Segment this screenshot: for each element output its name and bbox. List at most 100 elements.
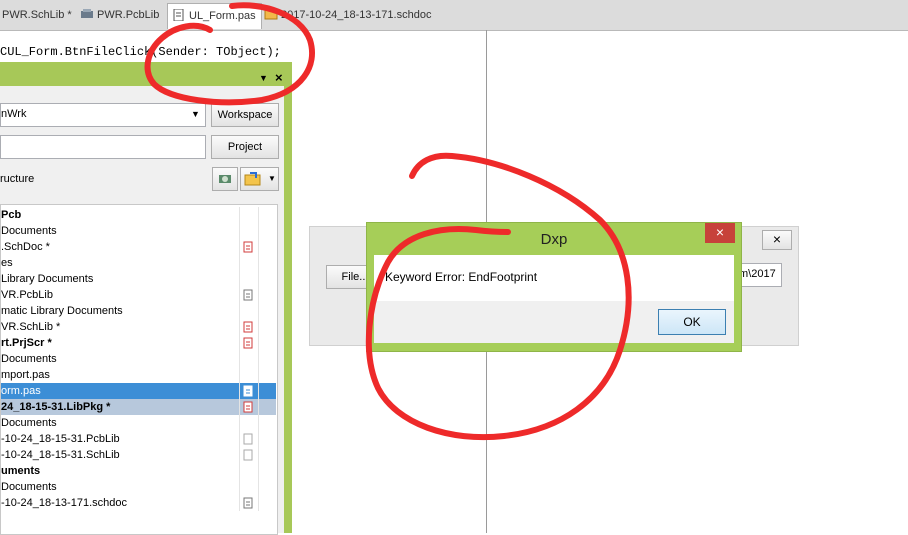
tree-status-cell bbox=[258, 319, 277, 335]
tree-status-cell bbox=[258, 399, 277, 415]
document-tab-bar: PWR.SchLib * PWR.PcbLib UL_Form.pas 2017… bbox=[0, 0, 908, 31]
tree-status-cell bbox=[239, 319, 258, 335]
tree-row-label: .SchDoc * bbox=[1, 241, 50, 253]
tree-status-cell bbox=[258, 431, 277, 447]
tree-status-cell bbox=[258, 351, 277, 367]
tree-status-cell bbox=[258, 367, 277, 383]
chevron-down-icon: ▼ bbox=[268, 174, 276, 183]
tree-row-label: VR.SchLib * bbox=[1, 321, 61, 333]
gear-stack-icon bbox=[217, 171, 233, 190]
pascal-file-icon bbox=[172, 6, 186, 22]
tab-schdoc[interactable]: 2017-10-24_18-13-171.schdoc bbox=[264, 4, 431, 26]
tree-row[interactable]: -10-24_18-15-31.SchLib bbox=[1, 447, 276, 463]
tree-row[interactable]: uments bbox=[1, 463, 276, 479]
tree-status-cell bbox=[239, 495, 258, 511]
panel-close-icon[interactable]: × bbox=[275, 70, 283, 85]
compile-button[interactable] bbox=[212, 167, 238, 191]
project-field[interactable] bbox=[0, 135, 206, 159]
tree-status-cell bbox=[239, 335, 258, 351]
structure-label: ructure bbox=[0, 173, 35, 185]
tree-status-cell bbox=[239, 207, 258, 223]
tree-status-cell bbox=[239, 223, 258, 239]
tree-status-cell bbox=[239, 447, 258, 463]
tree-status-cell bbox=[258, 223, 277, 239]
tab-pwr-pcblib[interactable]: PWR.PcbLib bbox=[80, 4, 159, 26]
pcb-library-icon bbox=[80, 6, 94, 18]
error-message: Keyword Error: EndFootprint bbox=[385, 270, 538, 284]
tree-status-cell bbox=[258, 479, 277, 495]
tree-status-cell bbox=[239, 431, 258, 447]
tree-row[interactable]: es bbox=[1, 255, 276, 271]
tree-row[interactable]: Pcb bbox=[1, 207, 276, 223]
tree-row-label: Library Documents bbox=[1, 273, 94, 285]
project-button[interactable]: Project bbox=[211, 135, 279, 159]
tree-row-label: uments bbox=[1, 465, 41, 477]
dialog-body: Keyword Error: EndFootprint OK bbox=[374, 255, 734, 343]
tree-row[interactable]: -10-24_18-13-171.schdoc bbox=[1, 495, 276, 511]
code-editor-line[interactable]: CUL_Form.BtnFileClick(Sender: TObject); bbox=[0, 45, 281, 59]
tree-status-cell bbox=[239, 287, 258, 303]
project-menu-button[interactable]: ▼ bbox=[240, 167, 279, 191]
tree-status-cell bbox=[258, 207, 277, 223]
tree-row-label: Documents bbox=[1, 417, 57, 429]
tree-status-cell bbox=[258, 271, 277, 287]
tree-status-cell bbox=[239, 351, 258, 367]
tab-pwr-schlib[interactable]: PWR.SchLib * bbox=[2, 4, 72, 26]
tree-row[interactable]: Library Documents bbox=[1, 271, 276, 287]
tree-status-cell bbox=[258, 255, 277, 271]
tree-row-label: -10-24_18-15-31.SchLib bbox=[1, 449, 120, 461]
close-icon[interactable]: × bbox=[705, 223, 735, 243]
tab-label: PWR.PcbLib bbox=[97, 9, 160, 21]
tree-status-cell bbox=[239, 463, 258, 479]
tree-status-cell bbox=[239, 255, 258, 271]
tree-row-label: rt.PrjScr * bbox=[1, 337, 52, 349]
workspace-select[interactable]: nWrk ▼ bbox=[0, 103, 206, 127]
tree-row-label: Documents bbox=[1, 225, 57, 237]
tree-row-label: Documents bbox=[1, 481, 57, 493]
tree-status-cell bbox=[258, 239, 277, 255]
tree-row[interactable]: .SchDoc * bbox=[1, 239, 276, 255]
tree-row[interactable]: VR.SchLib * bbox=[1, 319, 276, 335]
tree-status-cell bbox=[258, 415, 277, 431]
tree-row[interactable]: mport.pas bbox=[1, 367, 276, 383]
workspace-value: nWrk bbox=[1, 108, 27, 120]
tree-row-label: VR.PcbLib bbox=[1, 289, 53, 301]
chevron-down-icon[interactable]: ▼ bbox=[191, 109, 200, 119]
workspace-button[interactable]: Workspace bbox=[211, 103, 279, 127]
tree-status-cell bbox=[239, 399, 258, 415]
tree-status-cell bbox=[258, 447, 277, 463]
tree-row-label: orm.pas bbox=[1, 385, 41, 397]
tree-row-label: -10-24_18-13-171.schdoc bbox=[1, 497, 127, 509]
tree-row-label: Documents bbox=[1, 353, 57, 365]
tab-ul-form-pas[interactable]: UL_Form.pas bbox=[167, 3, 262, 29]
tree-status-cell bbox=[239, 303, 258, 319]
tree-status-cell bbox=[258, 383, 277, 399]
tree-row-label: mport.pas bbox=[1, 369, 50, 381]
tree-row[interactable]: Documents bbox=[1, 223, 276, 239]
panel-menu-icon[interactable]: ▼ bbox=[259, 73, 268, 83]
tree-row[interactable]: Documents bbox=[1, 479, 276, 495]
tree-status-cell bbox=[239, 383, 258, 399]
tree-row[interactable]: 24_18-15-31.LibPkg * bbox=[1, 399, 276, 415]
tree-status-cell bbox=[258, 463, 277, 479]
tree-row[interactable]: orm.pas bbox=[1, 383, 276, 399]
tree-row-label: matic Library Documents bbox=[1, 305, 123, 317]
tree-row[interactable]: Documents bbox=[1, 351, 276, 367]
tree-row[interactable]: rt.PrjScr * bbox=[1, 335, 276, 351]
tree-row[interactable]: matic Library Documents bbox=[1, 303, 276, 319]
tree-row-label: 24_18-15-31.LibPkg * bbox=[1, 401, 111, 413]
tree-status-cell bbox=[239, 239, 258, 255]
tree-row[interactable]: Documents bbox=[1, 415, 276, 431]
project-tree[interactable]: Pcb Documents .SchDoc * es Library Documen… bbox=[0, 204, 278, 535]
tree-status-cell bbox=[239, 415, 258, 431]
schematic-file-icon bbox=[264, 6, 278, 20]
tree-status-cell bbox=[258, 303, 277, 319]
path-field[interactable]: m\2017 bbox=[738, 263, 782, 287]
tree-row[interactable]: VR.PcbLib bbox=[1, 287, 276, 303]
tree-status-cell bbox=[239, 367, 258, 383]
ok-button[interactable]: OK bbox=[658, 309, 726, 335]
tab-label: PWR.SchLib * bbox=[2, 9, 72, 21]
gray-doc-icon bbox=[243, 497, 253, 514]
close-icon[interactable]: × bbox=[762, 230, 792, 250]
tree-row[interactable]: -10-24_18-15-31.PcbLib bbox=[1, 431, 276, 447]
